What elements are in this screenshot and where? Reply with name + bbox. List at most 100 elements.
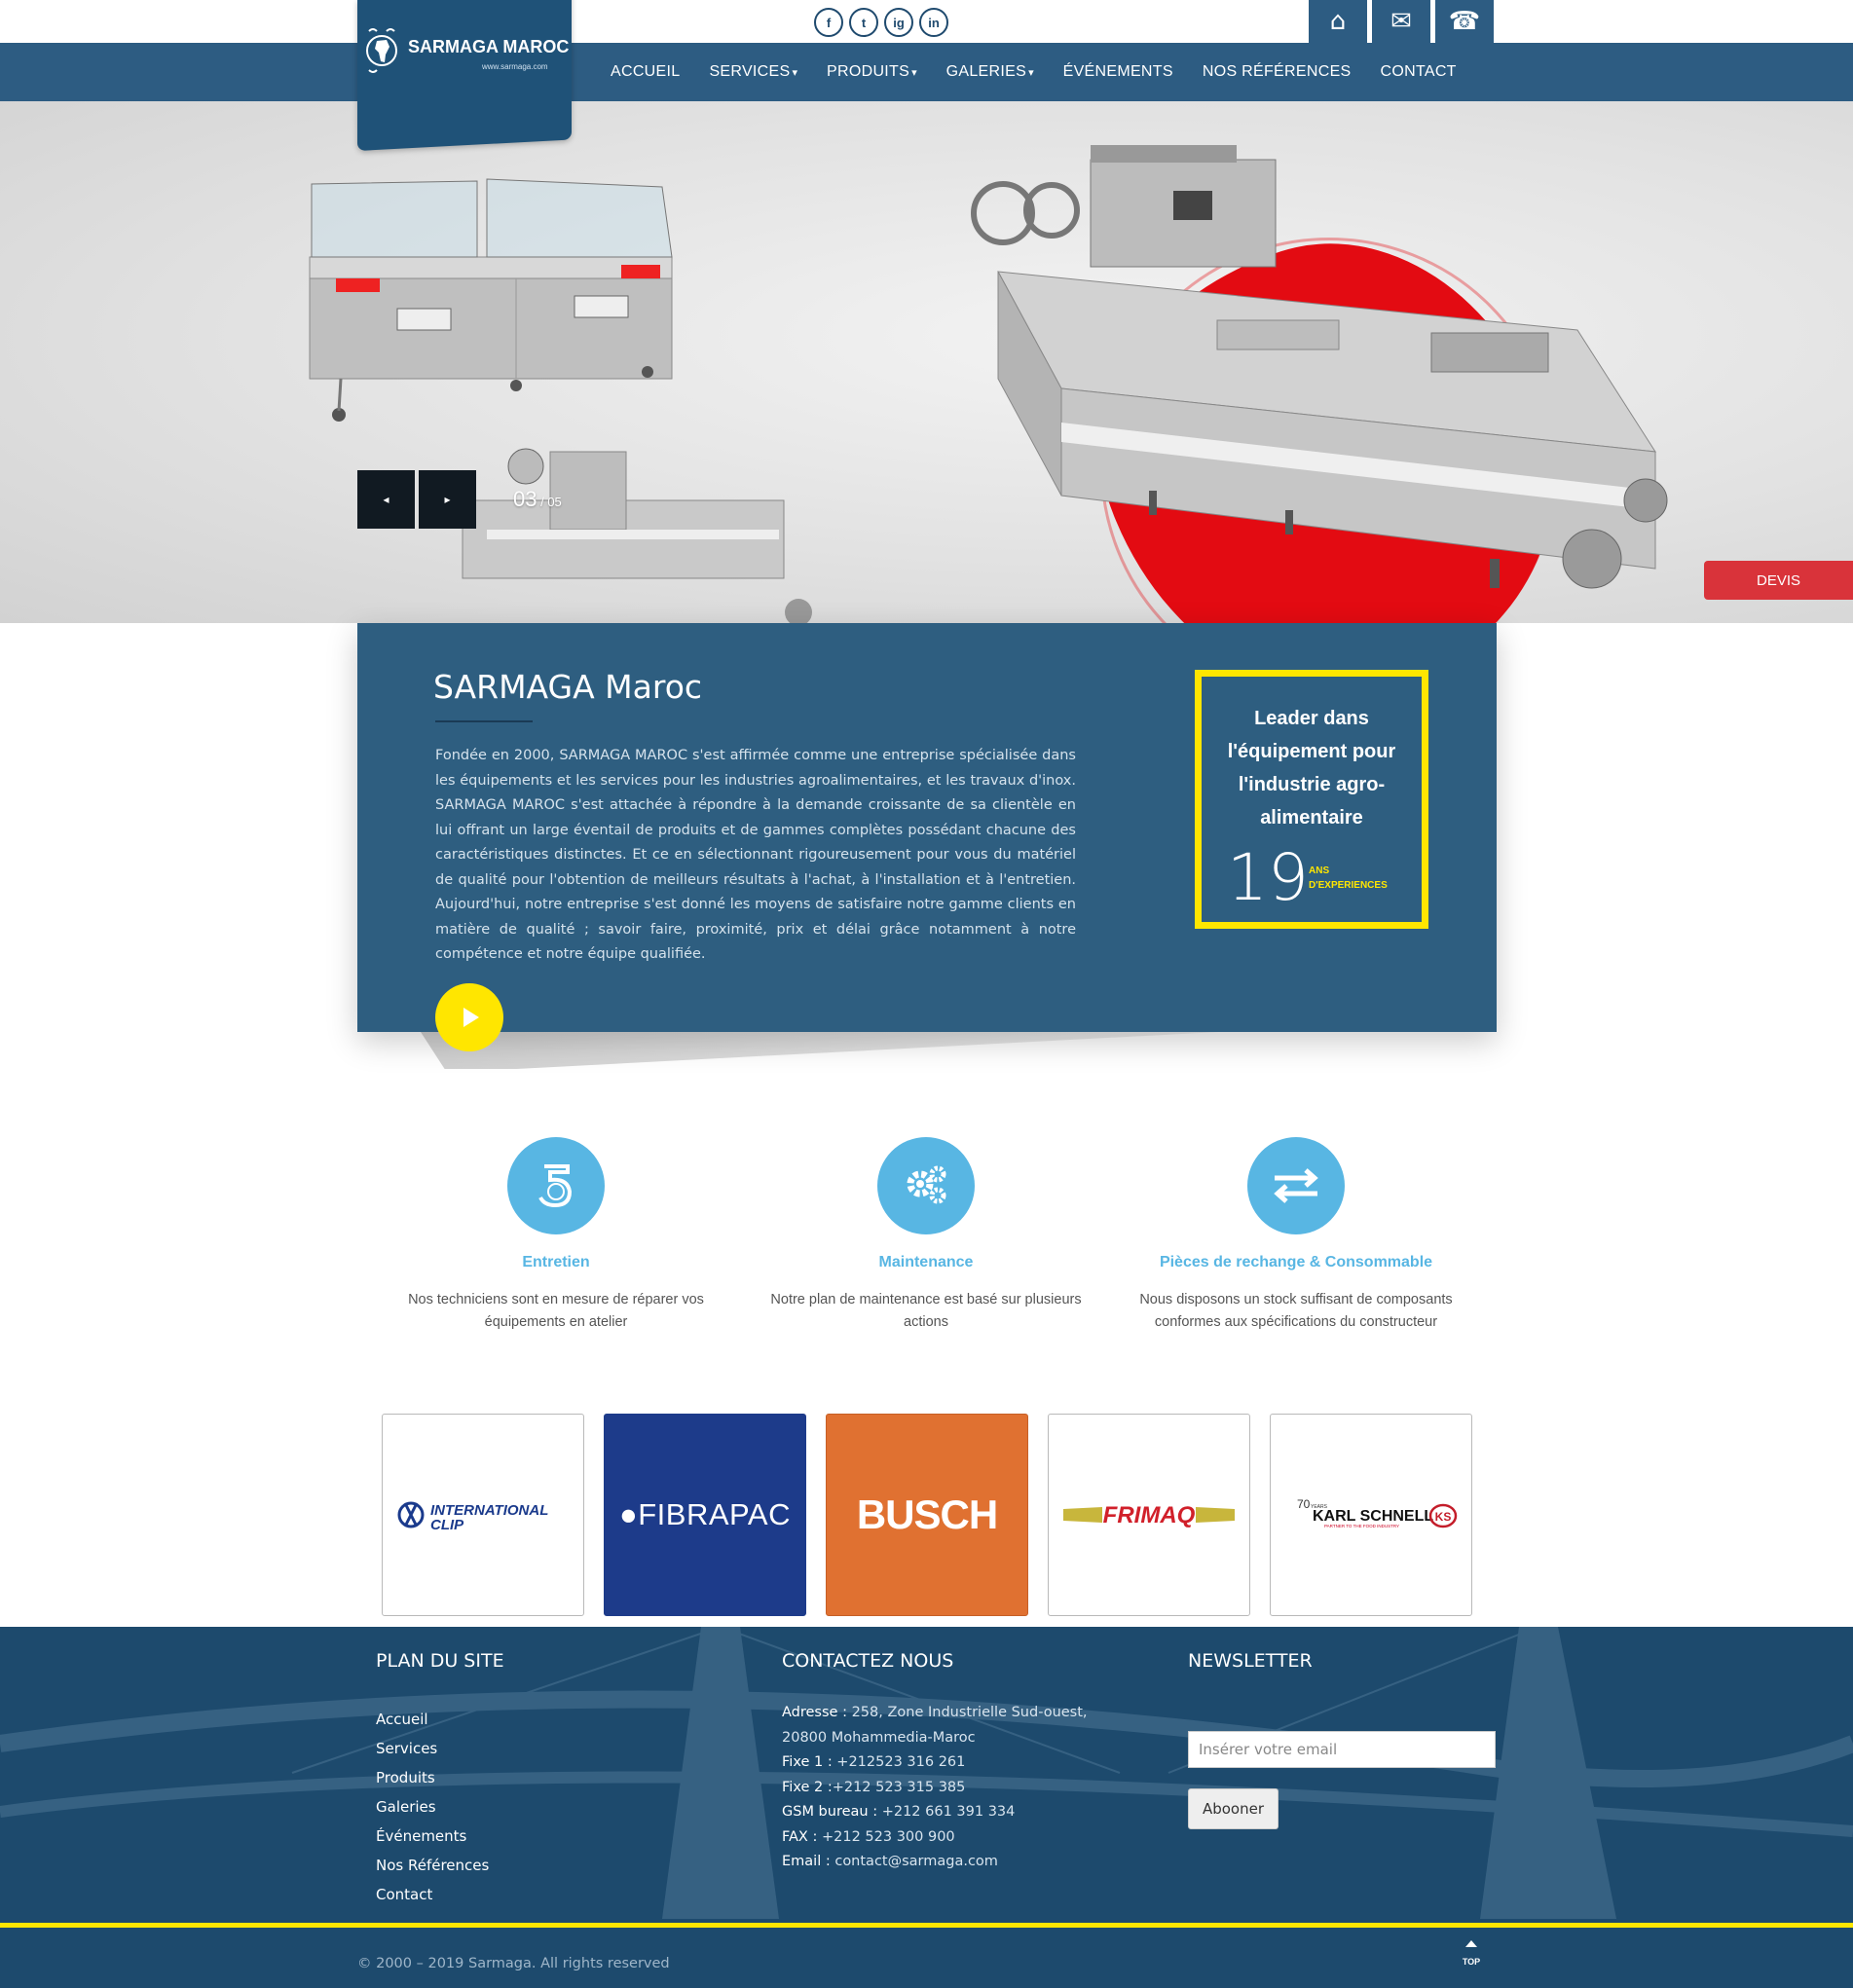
slider-prev-button[interactable]: ◂ xyxy=(357,470,415,529)
sitemap-link[interactable]: Événements xyxy=(376,1822,504,1851)
slide-current: 03 xyxy=(513,487,537,511)
service-desc: Nos techniciens sont en mesure de répare… xyxy=(408,1292,704,1330)
service-circle[interactable] xyxy=(877,1137,975,1234)
devis-button[interactable]: DEVIS xyxy=(1704,561,1853,600)
contact-label: Fixe 2 : xyxy=(782,1779,833,1795)
contact-label: Email : xyxy=(782,1854,831,1869)
africa-globe-icon xyxy=(366,28,397,73)
home-icon[interactable]: ⌂ xyxy=(1309,0,1367,43)
brand-fibrapac-label: FIBRAPAC xyxy=(638,1497,791,1531)
contact-label: FAX : xyxy=(782,1828,818,1845)
brand-ks-tag: PARTNER TO THE FOOD INDUSTRY xyxy=(1324,1524,1399,1528)
nav-item-nos-r-f-rences[interactable]: NOS RÉFÉRENCES xyxy=(1203,63,1352,81)
chevron-down-icon[interactable]: ▾ xyxy=(911,66,917,79)
sitemap-link[interactable]: Contact xyxy=(376,1880,504,1909)
thermoformer-small-image xyxy=(462,448,812,623)
newsletter-email-input[interactable]: Insérer votre email xyxy=(1188,1731,1496,1768)
about-text: Fondée en 2000, SARMAGA MAROC s'est affi… xyxy=(435,748,1076,962)
sitemap-link[interactable]: Galeries xyxy=(376,1792,504,1822)
slide-counter: 03 / 05 xyxy=(513,487,562,511)
about-title: SARMAGA Maroc xyxy=(433,668,703,706)
footer-divider xyxy=(0,1923,1853,1928)
linkedin-icon[interactable]: in xyxy=(919,8,948,37)
slider-next-button[interactable]: ▸ xyxy=(419,470,476,529)
twitter-icon[interactable]: t xyxy=(849,8,878,37)
play-icon xyxy=(463,1008,479,1027)
sitemap-links: Accueil Services Produits Galeries Événement… xyxy=(376,1705,504,1909)
contact-title: CONTACTEZ NOUS xyxy=(782,1650,954,1672)
brand-frimaq[interactable]: FRIMAQ xyxy=(1048,1414,1250,1616)
contact-lines: Adresse : 258, Zone Industrielle Sud-oue… xyxy=(782,1701,1088,1875)
contact-line: Fixe 2 :+212 523 315 385 xyxy=(782,1776,1088,1801)
five-s-icon xyxy=(538,1164,573,1208)
service-title: Pièces de rechange & Consommable xyxy=(1159,1254,1433,1270)
service-entretien: Entretien Nos techniciens sont en mesure… xyxy=(390,1137,722,1334)
hero-machines xyxy=(309,145,1668,623)
thermoformer-large-image xyxy=(971,145,1668,589)
brand-busch[interactable]: BUSCH xyxy=(826,1414,1028,1616)
brand-karl-schnell[interactable]: 70 YEARS KARL SCHNELL PARTNER TO THE FOO… xyxy=(1270,1414,1472,1616)
brand-ic-line2: CLIP xyxy=(430,1517,464,1533)
contact-label: Fixe 1 : xyxy=(782,1754,833,1770)
sitemap-link[interactable]: Accueil xyxy=(376,1705,504,1734)
nav-item-accueil[interactable]: ACCUEIL xyxy=(611,63,680,81)
leader-text: Leader dans l'équipement pour l'industri… xyxy=(1227,708,1396,828)
chevron-down-icon[interactable]: ▾ xyxy=(792,66,797,79)
brand-international-clip[interactable]: INTERNATIONAL CLIP xyxy=(382,1414,584,1616)
contact-value: +212 523 300 900 xyxy=(817,1828,955,1845)
service-title: Entretien xyxy=(522,1254,590,1270)
service-circle[interactable] xyxy=(507,1137,605,1234)
contact-value: +212 661 391 334 xyxy=(877,1804,1016,1820)
service-pieces: Pièces de rechange & Consommable Nous di… xyxy=(1130,1137,1462,1334)
newsletter-submit-button[interactable]: Abooner xyxy=(1188,1788,1279,1829)
nav-item--v-nements[interactable]: ÉVÉNEMENTS xyxy=(1063,63,1173,81)
frimaq-logo: FRIMAQ xyxy=(1063,1502,1235,1528)
nav-item-produits[interactable]: PRODUITS xyxy=(827,63,909,81)
arrow-up-icon xyxy=(1465,1940,1477,1947)
brand-busch-text: BUSCH xyxy=(856,1491,998,1537)
mail-icon[interactable]: ✉ xyxy=(1372,0,1430,43)
back-to-top-button[interactable]: TOP xyxy=(1459,1940,1484,1967)
about-shadow xyxy=(421,1032,1219,1069)
service-title: Maintenance xyxy=(878,1254,974,1270)
quick-links: ⌂ ✉ ☎ xyxy=(1309,0,1494,43)
sitemap-link[interactable]: Nos Références xyxy=(376,1851,504,1880)
contact-line: Fixe 1 : +212523 316 261 xyxy=(782,1750,1088,1776)
nav-item-contact[interactable]: CONTACT xyxy=(1381,63,1457,81)
chevron-down-icon[interactable]: ▾ xyxy=(1028,66,1034,79)
phone-icon[interactable]: ☎ xyxy=(1435,0,1494,43)
service-circle[interactable] xyxy=(1247,1137,1345,1234)
nav-item-services[interactable]: SERVICES xyxy=(709,63,790,81)
service-desc: Nous disposons un stock suffisant de com… xyxy=(1139,1292,1453,1330)
exchange-arrows-icon xyxy=(1274,1168,1318,1203)
brand-ks-label: KARL SCHNELL xyxy=(1313,1508,1433,1525)
brand-fibrapac-text: ●FIBRAPAC xyxy=(619,1497,791,1531)
footer-contact: CONTACTEZ NOUS Adresse : 258, Zone Indus… xyxy=(782,1650,1088,1875)
facebook-icon[interactable]: f xyxy=(814,8,843,37)
main-nav: ACCUEIL SERVICES ▾ PRODUITS ▾ GALERIES ▾ ÉVÉNEM… xyxy=(596,43,1471,101)
nav-item-galeries[interactable]: GALERIES xyxy=(946,63,1026,81)
copyright-text: © 2000 – 2019 Sarmaga. All rights reserv… xyxy=(357,1956,670,1971)
instagram-icon[interactable]: ig xyxy=(884,8,913,37)
brand-ks-badge: KS xyxy=(1435,1510,1452,1524)
sitemap-title: PLAN DU SITE xyxy=(376,1650,504,1672)
footer: PLAN DU SITE Accueil Services Produits Gale… xyxy=(0,1627,1853,1988)
gears-icon xyxy=(907,1165,946,1204)
contact-value: +212523 316 261 xyxy=(832,1754,966,1770)
contact-line: 20800 Mohammedia-Maroc xyxy=(782,1726,1088,1751)
years-label: ANS D'EXPERIENCES xyxy=(1309,864,1388,893)
service-desc: Notre plan de maintenance est basé sur p… xyxy=(770,1292,1082,1330)
hero-slider: ◂ ▸ 03 / 05 DEVIS xyxy=(0,101,1853,623)
play-video-button[interactable] xyxy=(435,983,503,1051)
logo[interactable]: SARMAGA MAROC www.sarmaga.com xyxy=(357,0,572,97)
international-clip-logo: INTERNATIONAL CLIP xyxy=(397,1501,548,1533)
sitemap-link[interactable]: Services xyxy=(376,1734,504,1763)
social-links: f t ig in xyxy=(814,8,948,37)
logo-title: SARMAGA MAROC xyxy=(408,37,570,56)
about-section: SARMAGA Maroc Fondée en 2000, SARMAGA MA… xyxy=(357,623,1497,1051)
top-bar: f t ig in xyxy=(0,0,1853,43)
contact-value: +212 523 315 385 xyxy=(832,1779,966,1795)
brand-fibrapac[interactable]: ●FIBRAPAC xyxy=(604,1414,806,1616)
top-label: TOP xyxy=(1462,1957,1481,1967)
sitemap-link[interactable]: Produits xyxy=(376,1763,504,1792)
